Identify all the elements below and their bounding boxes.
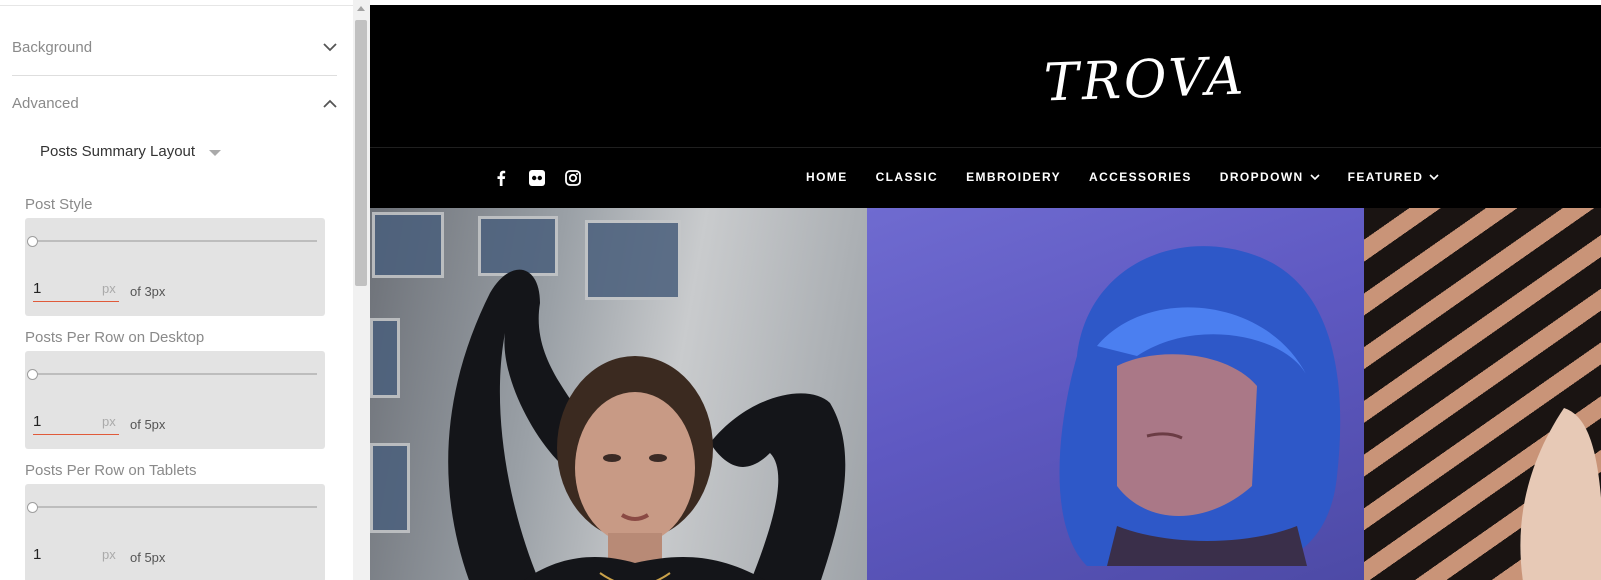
posts-per-row-desktop-label: Posts Per Row on Desktop [25, 329, 205, 346]
chevron-up-icon [323, 96, 337, 110]
slider-handle[interactable] [27, 369, 38, 380]
slider-handle[interactable] [27, 502, 38, 513]
section-divider [12, 75, 337, 76]
site-preview: TROVA HOME CLASSIC EMBROIDERY ACCESSORIE… [370, 0, 1601, 580]
person-silhouette [1520, 408, 1601, 580]
post-style-control: 1 px of 3px [25, 218, 325, 316]
post-image-striped[interactable] [1364, 208, 1601, 580]
social-links [492, 169, 582, 187]
nav-label: DROPDOWN [1219, 170, 1304, 184]
person-silhouette [448, 269, 846, 580]
post-image-woman-building[interactable] [370, 208, 867, 580]
nav-label: ACCESSORIES [1089, 170, 1192, 184]
preview-top-border [370, 0, 1601, 5]
nav-item-featured[interactable]: FEATURED [1348, 170, 1440, 184]
nav-label: FEATURED [1347, 170, 1424, 184]
advanced-section-toggle[interactable]: Advanced [12, 88, 337, 118]
slider-track[interactable] [32, 240, 317, 242]
input-value: 1 [33, 546, 42, 563]
person-silhouette [1059, 246, 1341, 566]
posts-per-row-desktop-input[interactable]: 1 px [33, 409, 119, 435]
max-value-text: of 5px [130, 550, 166, 565]
slider-handle[interactable] [27, 236, 38, 247]
nav-item-embroidery[interactable]: EMBROIDERY [966, 170, 1061, 184]
scroll-up-arrow-icon[interactable] [357, 6, 365, 11]
background-section-label: Background [12, 38, 93, 56]
post-style-label: Post Style [25, 196, 93, 213]
unit-label: px [102, 281, 116, 296]
header-divider [370, 147, 1601, 148]
panel-scrollbar[interactable] [353, 0, 370, 580]
posts-per-row-tablets-label: Posts Per Row on Tablets [25, 462, 197, 479]
unit-label: px [102, 414, 116, 429]
chevron-down-icon [1429, 173, 1439, 180]
chevron-down-icon [323, 40, 337, 54]
featured-posts-gallery [370, 208, 1601, 580]
scrollbar-thumb[interactable] [355, 20, 367, 286]
background-section-toggle[interactable]: Background [12, 32, 337, 62]
unit-label: px [102, 547, 116, 562]
chevron-down-icon [1310, 173, 1320, 180]
flickr-icon[interactable] [528, 169, 546, 187]
input-value: 1 [33, 413, 42, 430]
caret-down-icon [209, 149, 222, 156]
posts-per-row-tablets-control: 1 px of 5px [25, 484, 325, 580]
advanced-section-label: Advanced [12, 94, 79, 112]
posts-summary-layout-label: Posts Summary Layout [40, 143, 196, 160]
nav-item-home[interactable]: HOME [806, 170, 848, 184]
posts-per-row-desktop-control: 1 px of 5px [25, 351, 325, 449]
customizer-panel: Background Advanced Posts Summary Layout… [0, 0, 353, 580]
panel-top-border [0, 5, 353, 6]
slider-track[interactable] [32, 373, 317, 375]
slider-track[interactable] [32, 506, 317, 508]
main-navigation: HOME CLASSIC EMBROIDERY ACCESSORIES DROP… [806, 170, 1467, 184]
max-value-text: of 3px [130, 284, 166, 299]
post-style-input[interactable]: 1 px [33, 276, 119, 302]
posts-summary-layout-select[interactable]: Posts Summary Layout [40, 143, 222, 160]
nav-item-accessories[interactable]: ACCESSORIES [1089, 170, 1192, 184]
nav-label: HOME [806, 170, 848, 184]
nav-label: CLASSIC [875, 170, 939, 184]
post-image-blue-hair[interactable] [867, 208, 1364, 580]
site-logo[interactable]: TROVA [1043, 46, 1247, 113]
instagram-icon[interactable] [564, 169, 582, 187]
nav-label: EMBROIDERY [966, 170, 1061, 184]
nav-item-classic[interactable]: CLASSIC [876, 170, 938, 184]
max-value-text: of 5px [130, 417, 166, 432]
nav-item-dropdown[interactable]: DROPDOWN [1220, 170, 1320, 184]
facebook-icon[interactable] [492, 169, 510, 187]
posts-per-row-tablets-input[interactable]: 1 px [33, 542, 119, 568]
input-value: 1 [33, 280, 42, 297]
